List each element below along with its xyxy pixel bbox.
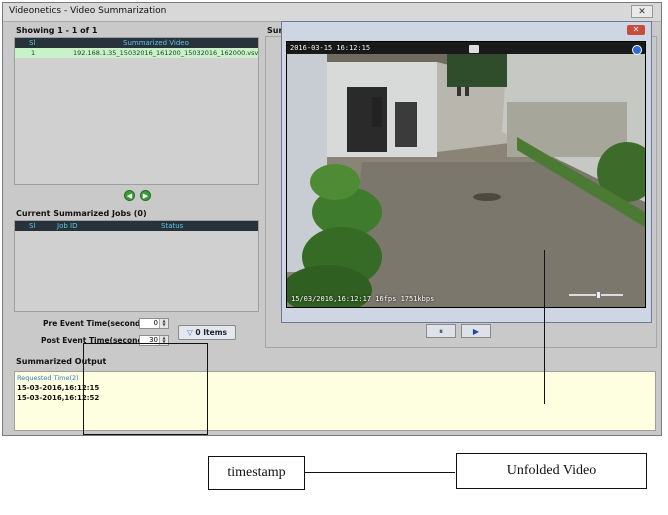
list-header: Sl Summarized Video	[15, 38, 258, 48]
title-bar: Videonetics - Video Summarization ✕	[3, 3, 661, 22]
items-button-label: 0 Items	[195, 328, 227, 337]
window-title: Videonetics - Video Summarization	[9, 6, 167, 16]
video-close-button[interactable]: ✕	[627, 25, 645, 35]
filter-icon: ▽	[187, 328, 193, 337]
video-frame[interactable]: 2016-03-15 16:12:15 15/03/2016,16:12:17 …	[286, 41, 646, 308]
unfolded-video-annotation: Unfolded Video	[456, 453, 647, 489]
jobs-column-job-id: Job ID	[57, 222, 78, 230]
play-button[interactable]: ▶	[461, 324, 491, 338]
logo-icon	[632, 45, 642, 55]
video-osd-datetime: 2016-03-15 16:12:15	[290, 44, 371, 52]
pre-event-spinner[interactable]: 0 ▲ ▼	[139, 318, 169, 329]
column-sl: Sl	[29, 39, 36, 47]
pre-event-label: Pre Event Time(seconds)	[43, 319, 149, 328]
window-close-button[interactable]: ✕	[631, 5, 653, 18]
annotation-connector-line	[304, 472, 455, 473]
pre-event-value: 0	[153, 319, 158, 327]
timestamp-highlight-box	[83, 343, 208, 435]
current-jobs-table: Sl Job ID Status	[14, 220, 259, 312]
snapshot-camera-icon[interactable]	[469, 45, 479, 53]
requested-time-column: Requested Time(2)	[17, 374, 79, 382]
next-page-button[interactable]: ▶	[140, 190, 151, 201]
row-video-file: 192.168.1.35_15032016_161200_15032016_16…	[73, 49, 259, 57]
items-button[interactable]: ▽ 0 Items	[178, 325, 236, 340]
timestamp-annotation: timestamp	[208, 456, 305, 490]
pause-button[interactable]: ⏸	[426, 324, 456, 338]
video-scene	[287, 42, 645, 307]
jobs-column-status: Status	[161, 222, 184, 230]
prev-page-button[interactable]: ◀	[124, 190, 135, 201]
video-timestamp: 15/03/2016,16:12:17 16fps 1751kbps	[291, 295, 435, 303]
unfolded-video-window[interactable]: ✕ 2016-03-15 16:12:15 15/03/2016,16:12:1…	[281, 21, 652, 323]
table-row[interactable]: 1 192.168.1.35_15032016_161200_15032016_…	[15, 48, 258, 58]
jobs-column-sl: Sl	[29, 222, 36, 230]
unfolded-video-pointer-line	[544, 250, 545, 404]
summarized-video-list: Sl Summarized Video 1 192.168.1.35_15032…	[14, 37, 259, 185]
volume-slider-knob[interactable]	[596, 291, 601, 299]
showing-count: Showing 1 - 1 of 1	[16, 26, 98, 35]
jobs-header: Sl Job ID Status	[15, 221, 258, 231]
spinner-arrows-icon[interactable]: ▲ ▼	[159, 319, 168, 328]
current-jobs-title: Current Summarized Jobs (0)	[16, 209, 147, 218]
row-sl: 1	[31, 49, 36, 57]
volume-slider[interactable]	[569, 291, 623, 299]
column-summarized-video: Summarized Video	[123, 39, 189, 47]
